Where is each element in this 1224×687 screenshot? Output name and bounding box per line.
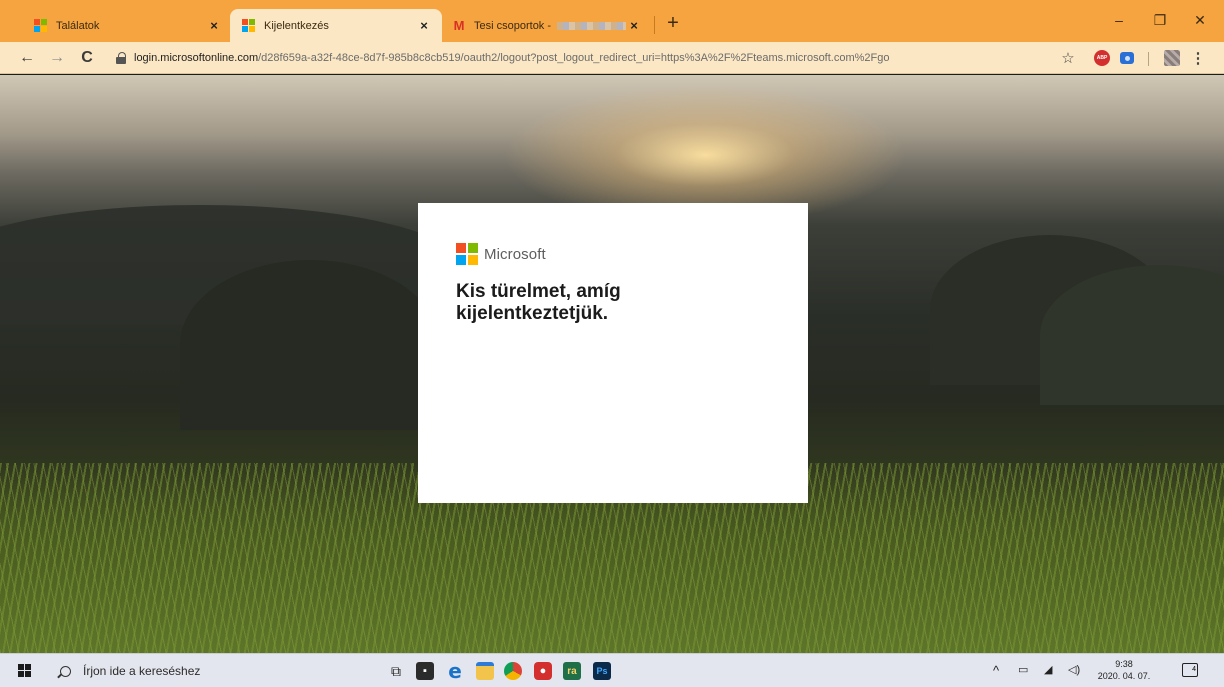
close-window-button[interactable]: ✕ bbox=[1178, 8, 1222, 32]
browser-menu-icon[interactable]: ⋮ bbox=[1190, 50, 1206, 67]
redacted-email bbox=[557, 21, 626, 30]
tray-chevron-icon[interactable]: ^ bbox=[993, 663, 999, 678]
windows-logo-icon bbox=[18, 664, 24, 670]
microsoft-favicon-icon bbox=[34, 18, 48, 33]
tab-title: Kijelentkezés bbox=[264, 19, 329, 32]
tab-kijelentkezes[interactable]: Kijelentkezés × bbox=[230, 9, 442, 42]
browser-toolbar: ← → C login.microsoftonline.com/d28f659a… bbox=[0, 42, 1224, 74]
background-mountain bbox=[180, 260, 440, 430]
tab-close-icon[interactable]: × bbox=[206, 18, 222, 34]
file-explorer-icon[interactable] bbox=[476, 662, 494, 680]
restore-button[interactable]: ❐ bbox=[1138, 8, 1182, 32]
volume-icon[interactable]: ◁) bbox=[1068, 663, 1080, 676]
minimize-button[interactable]: – bbox=[1097, 8, 1141, 32]
notification-center-icon[interactable]: 4 bbox=[1182, 663, 1198, 677]
tab-title-wrapper: Tesi csoportok - bbox=[474, 20, 626, 32]
microsoft-logo: Microsoft bbox=[456, 243, 770, 265]
logo-yellow-square bbox=[468, 255, 478, 265]
tab-title: Tesi csoportok - bbox=[474, 19, 555, 32]
logo-blue-square bbox=[456, 255, 466, 265]
forward-button[interactable]: → bbox=[46, 47, 68, 69]
system-clock[interactable]: 9:38 2020. 04. 07. bbox=[1094, 658, 1154, 682]
clock-time: 9:38 bbox=[1115, 659, 1133, 669]
logo-red-square bbox=[456, 243, 466, 253]
adblock-extension-icon[interactable]: ABP bbox=[1094, 50, 1110, 66]
address-bar[interactable]: login.microsoftonline.com/d28f659a-a32f-… bbox=[108, 45, 1176, 71]
profile-avatar-icon[interactable] bbox=[1164, 50, 1180, 66]
toolbar-divider bbox=[1148, 52, 1149, 66]
red-app-icon[interactable]: ● bbox=[534, 662, 552, 680]
microsoft-logo-icon bbox=[456, 243, 478, 265]
tab-separator bbox=[654, 16, 655, 34]
tab-close-icon[interactable]: × bbox=[416, 18, 432, 34]
network-icon[interactable]: ◢ bbox=[1044, 663, 1052, 676]
tab-talalatok[interactable]: Találatok × bbox=[22, 9, 232, 42]
edge-icon[interactable]: e bbox=[446, 659, 464, 683]
screenshot-extension-icon[interactable] bbox=[1120, 52, 1134, 64]
taskbar-search[interactable]: Írjon ide a kereséshez bbox=[40, 656, 370, 686]
search-icon bbox=[60, 665, 71, 677]
clock-date: 2020. 04. 07. bbox=[1097, 671, 1151, 681]
gmail-favicon-icon: M bbox=[453, 17, 465, 33]
reload-button[interactable]: C bbox=[76, 47, 98, 69]
app-store-icon[interactable]: ▪ bbox=[416, 662, 434, 680]
new-tab-button[interactable]: + bbox=[662, 13, 684, 35]
search-placeholder: Írjon ide a kereséshez bbox=[83, 664, 201, 678]
task-view-icon[interactable]: ⧉ bbox=[387, 662, 405, 680]
signout-card: Microsoft Kis türelmet, amíg kijelentkez… bbox=[418, 203, 808, 503]
url-host: login.microsoftonline.com bbox=[134, 52, 259, 64]
windows-taskbar: Írjon ide a kereséshez ⧉ ▪ e ● ra Ps ^ ▭… bbox=[0, 653, 1224, 687]
chrome-icon[interactable] bbox=[504, 662, 522, 680]
microsoft-wordmark: Microsoft bbox=[484, 245, 546, 263]
page-background: Microsoft Kis türelmet, amíg kijelentkez… bbox=[0, 75, 1224, 653]
lock-icon bbox=[116, 52, 126, 64]
logo-green-square bbox=[468, 243, 478, 253]
tab-tesi-csoportok[interactable]: M Tesi csoportok - × bbox=[440, 9, 652, 42]
back-button[interactable]: ← bbox=[16, 47, 38, 69]
signout-message: Kis türelmet, amíg kijelentkeztetjük. bbox=[456, 281, 621, 324]
url-path: /d28f659a-a32f-48ce-8d7f-985b8c8cb519/oa… bbox=[258, 52, 890, 64]
battery-icon[interactable]: ▭ bbox=[1018, 663, 1028, 676]
tab-title: Találatok bbox=[56, 19, 100, 32]
url-text[interactable]: login.microsoftonline.com/d28f659a-a32f-… bbox=[134, 52, 890, 64]
bookmark-star-icon[interactable]: ☆ bbox=[1060, 50, 1076, 67]
microsoft-favicon-icon bbox=[242, 18, 256, 33]
ra-app-icon[interactable]: ra bbox=[563, 662, 581, 680]
photoshop-icon[interactable]: Ps bbox=[593, 662, 611, 680]
tab-close-icon[interactable]: × bbox=[626, 18, 642, 34]
browser-tab-strip: Találatok × Kijelentkezés × M Tesi csopo… bbox=[0, 0, 1224, 42]
start-button[interactable] bbox=[18, 664, 31, 677]
